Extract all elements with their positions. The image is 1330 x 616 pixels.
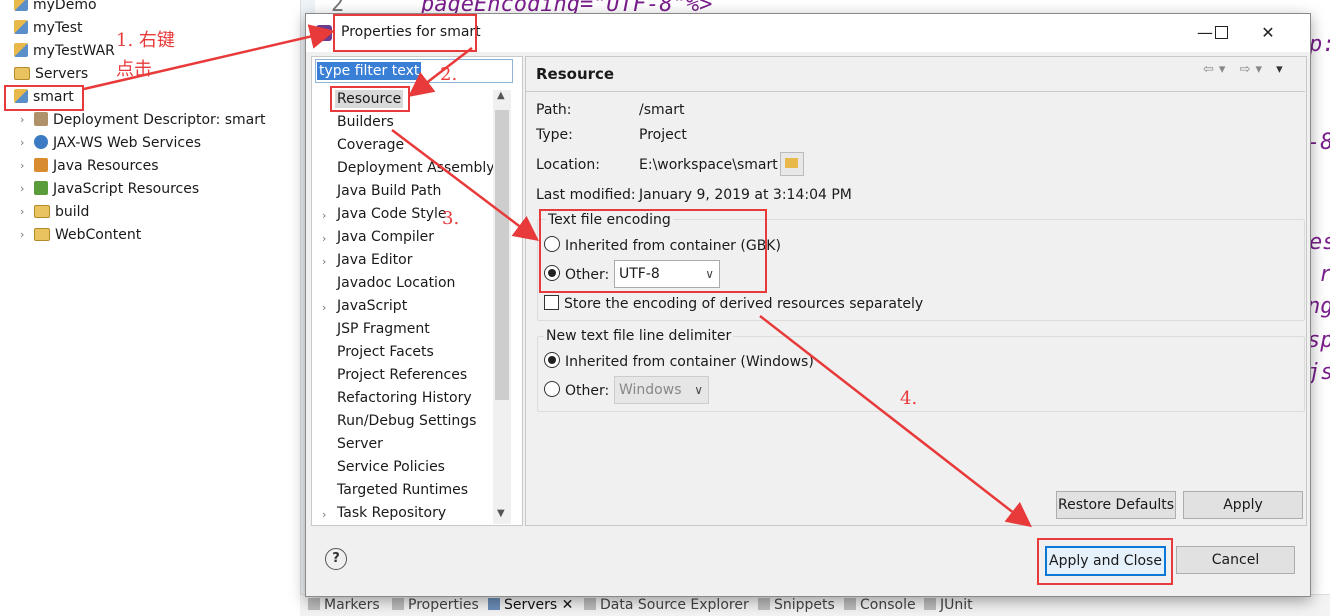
arrow-step3 [391, 129, 539, 242]
arrow-step1 [83, 24, 335, 91]
arrow-step2 [408, 47, 473, 98]
arrow-step4 [759, 315, 1032, 528]
annotation-arrows [83, 24, 1032, 528]
